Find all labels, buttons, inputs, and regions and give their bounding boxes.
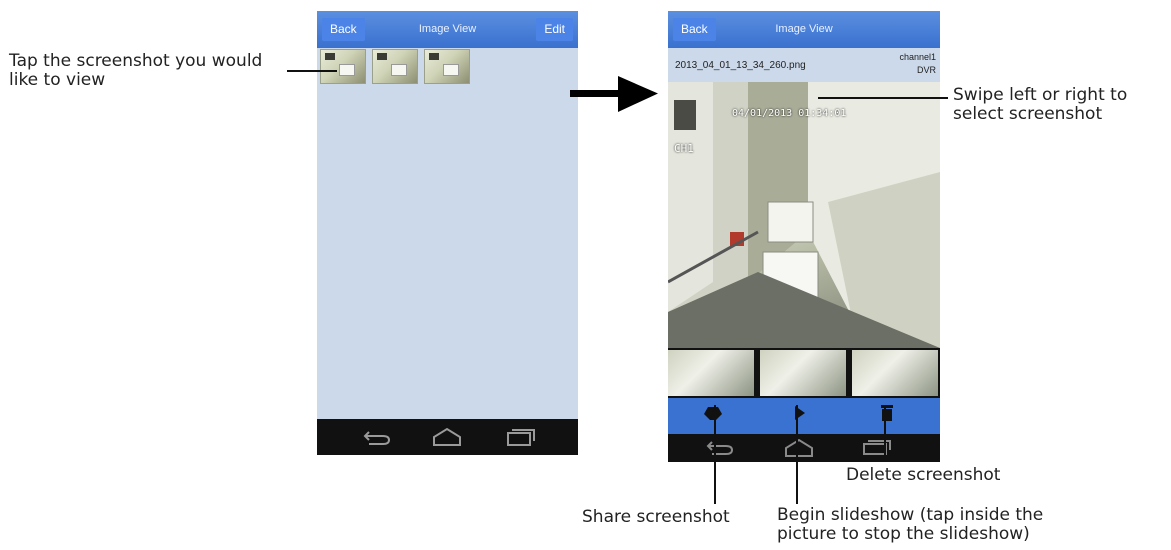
- filename-label: 2013_04_01_13_34_260.png: [675, 60, 806, 71]
- callout-delete: Delete screenshot: [846, 465, 1001, 485]
- nav-back-icon[interactable]: [363, 431, 391, 445]
- right-arrow-icon: [570, 76, 658, 112]
- channel-label: channel1: [899, 52, 936, 62]
- screenshot-thumbnail[interactable]: [760, 350, 846, 396]
- callout-line: [714, 405, 716, 504]
- callout-share: Share screenshot: [582, 507, 730, 527]
- top-bar: Image View Back Edit: [317, 11, 578, 48]
- screenshot-thumbnail[interactable]: [372, 49, 418, 84]
- action-bar: [668, 398, 940, 434]
- nav-home-icon[interactable]: [785, 438, 813, 457]
- callout-tap-screenshot: Tap the screenshot you would like to vie…: [9, 51, 263, 90]
- callout-line: [287, 70, 337, 72]
- android-nav-bar: [317, 419, 578, 455]
- phone-right-viewer: Image View Back 2013_04_01_13_34_260.png…: [668, 11, 940, 462]
- callout-slideshow: Begin slideshow (tap inside the picture …: [777, 505, 1044, 544]
- source-label: DVR: [916, 65, 936, 75]
- share-icon[interactable]: [704, 407, 722, 420]
- nav-recents-icon[interactable]: [863, 440, 891, 455]
- edit-button[interactable]: Edit: [536, 18, 573, 41]
- back-button[interactable]: Back: [673, 18, 716, 41]
- callout-line: [796, 405, 798, 504]
- android-nav-bar: [668, 434, 940, 462]
- camera-channel-label: CH1: [674, 142, 694, 155]
- screenshot-thumbnail[interactable]: [852, 350, 938, 396]
- back-button[interactable]: Back: [322, 18, 365, 41]
- phone-left-gallery: Image View Back Edit: [317, 11, 578, 455]
- camera-scene: [668, 82, 940, 348]
- top-bar: Image View Back: [668, 11, 940, 48]
- camera-timestamp: 04/01/2013 01:34:01: [732, 108, 847, 119]
- trash-icon[interactable]: [881, 405, 893, 421]
- screenshot-thumbnail[interactable]: [424, 49, 470, 84]
- nav-back-icon[interactable]: [706, 441, 734, 455]
- nav-recents-icon[interactable]: [507, 429, 535, 446]
- callout-swipe: Swipe left or right to select screenshot: [953, 85, 1128, 124]
- callout-line: [818, 97, 948, 99]
- screenshot-thumbnail[interactable]: [668, 350, 754, 396]
- nav-home-icon[interactable]: [433, 427, 461, 446]
- info-bar: 2013_04_01_13_34_260.png channel1 DVR: [668, 48, 940, 82]
- screenshot-thumbnail[interactable]: [320, 49, 366, 84]
- callout-line: [884, 405, 886, 462]
- screenshot-image[interactable]: 04/01/2013 01:34:01 CH1: [668, 82, 940, 348]
